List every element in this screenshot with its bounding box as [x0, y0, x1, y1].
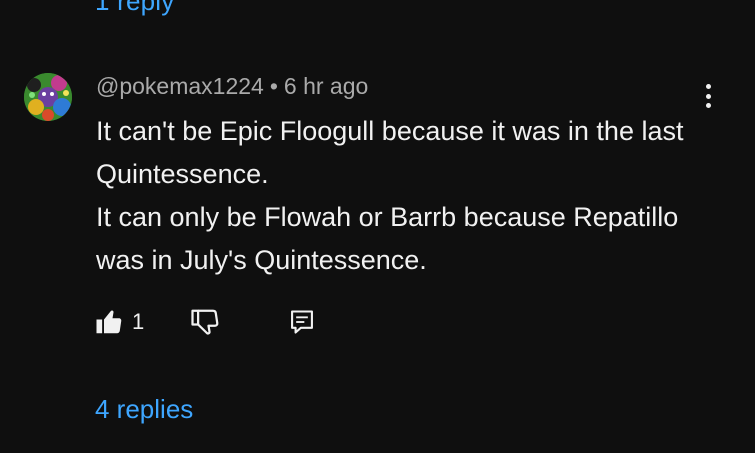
- reply-button[interactable]: [288, 308, 316, 336]
- thumbs-down-outline-icon: [191, 309, 219, 335]
- like-count: 1: [132, 309, 145, 334]
- like-button[interactable]: 1: [94, 307, 144, 337]
- comment-line: It can only be Flowah or Barrb because R…: [96, 202, 679, 275]
- kebab-dot: [705, 84, 711, 89]
- thumbs-up-filled-icon: [96, 310, 122, 334]
- author-handle[interactable]: @pokemax1224: [96, 73, 264, 99]
- dislike-button[interactable]: [190, 307, 220, 337]
- kebab-dot: [705, 93, 711, 99]
- timestamp: 6 hr ago: [283, 73, 369, 99]
- meta-separator: •: [269, 73, 278, 99]
- kebab-dot: [705, 103, 711, 108]
- comment-actions: 1: [94, 306, 316, 338]
- more-vertical-icon[interactable]: [694, 82, 722, 110]
- avatar-image: [24, 73, 72, 121]
- comment-thread: @pokemax1224 • 6 hr ago It can't be Epic F…: [0, 0, 755, 453]
- reply-comment-icon: [291, 310, 314, 334]
- comment-line: It can't be Epic Floogull because it was…: [96, 116, 684, 189]
- comment-header: @pokemax1224 • 6 hr ago: [96, 73, 368, 100]
- comment-body: It can't be Epic Floogull because it was…: [96, 110, 716, 282]
- avatar[interactable]: [24, 73, 72, 121]
- view-replies-link[interactable]: 4 replies: [95, 394, 193, 425]
